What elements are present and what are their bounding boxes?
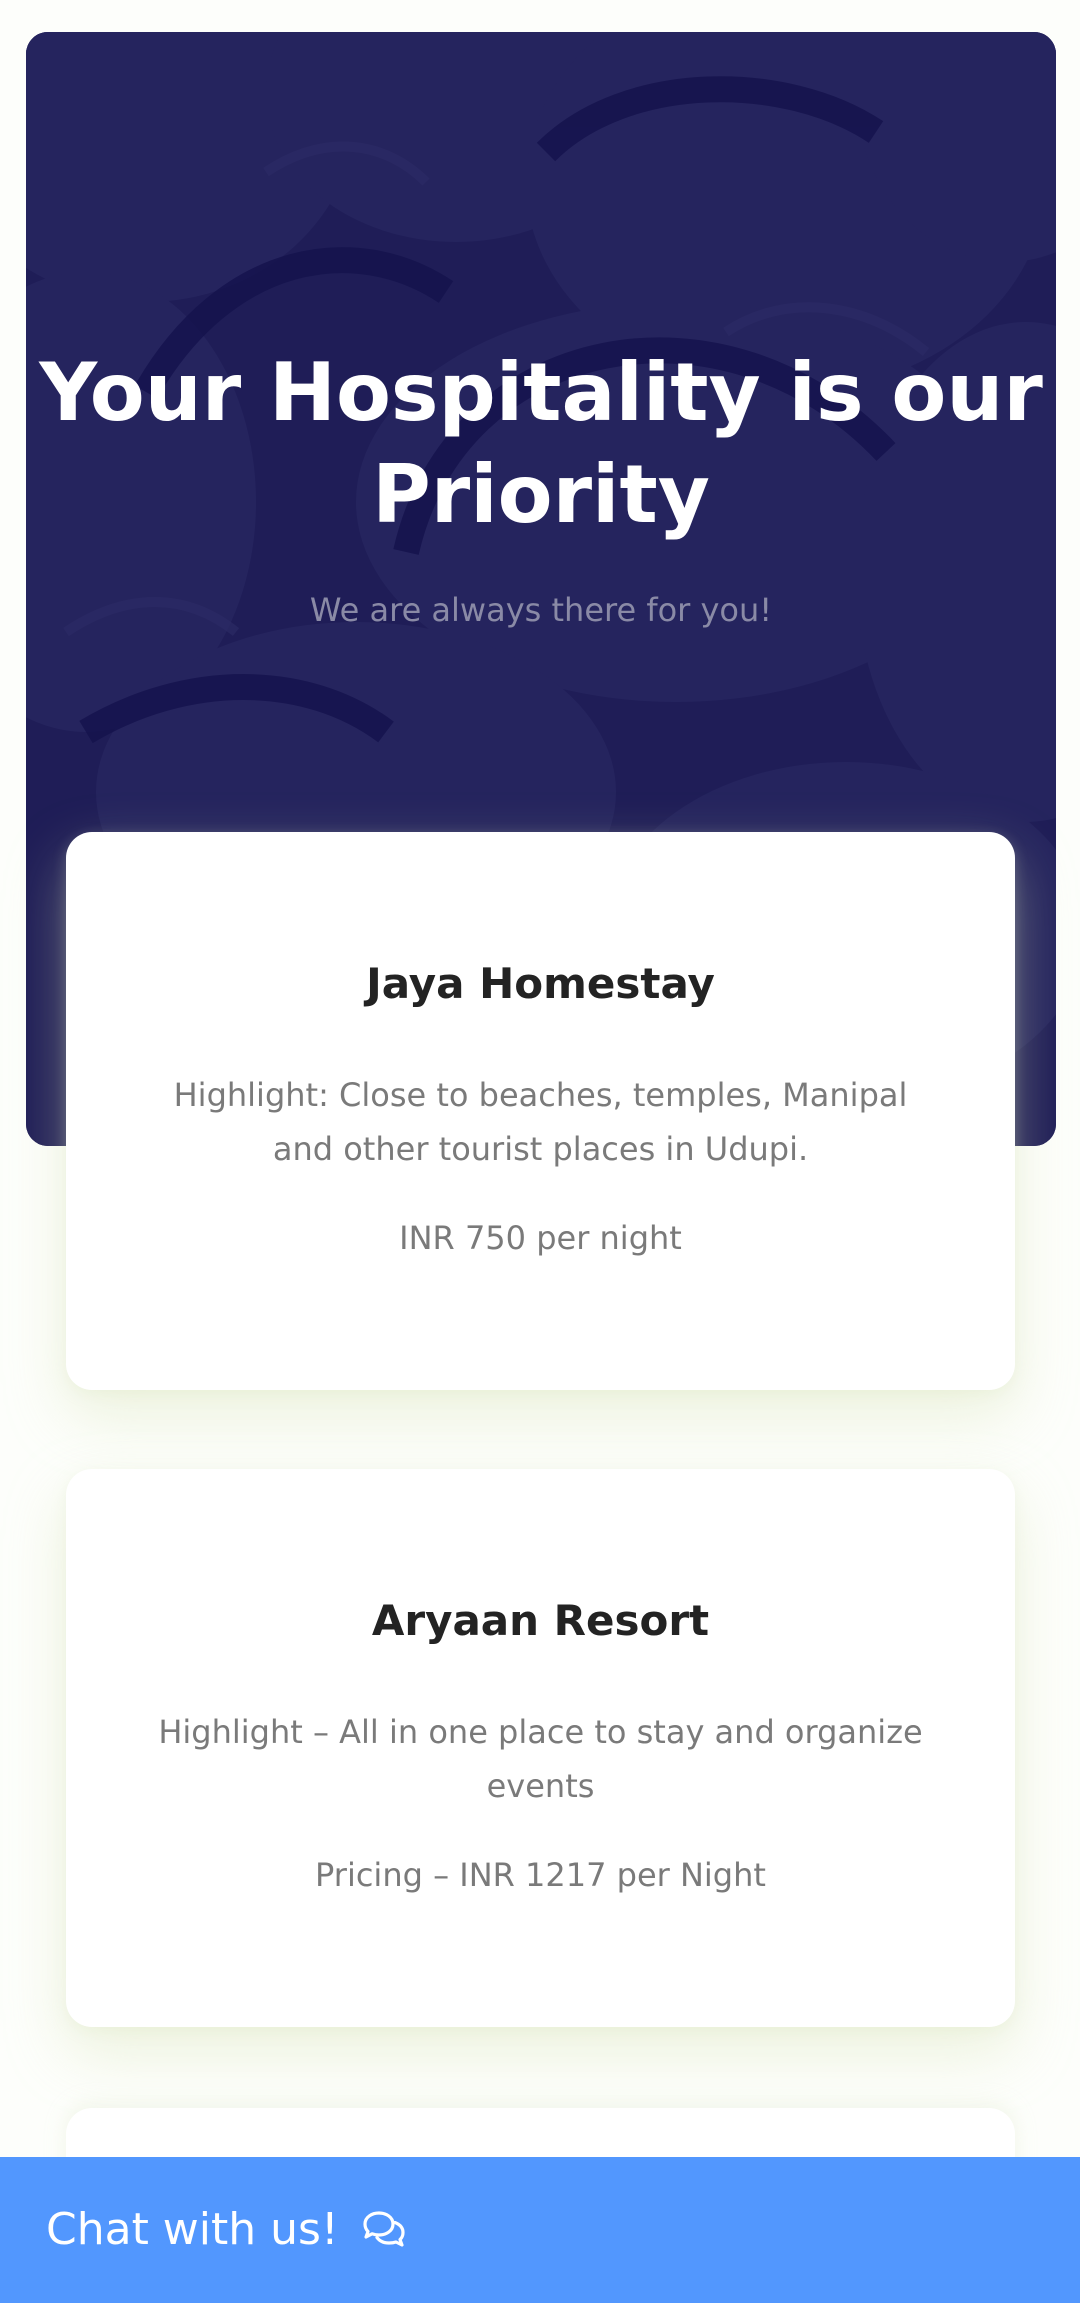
listing-card: Aryaan Resort Highlight – All in one pla…: [66, 1469, 1015, 2027]
listing-card: Jaya Homestay Highlight: Close to beache…: [66, 832, 1015, 1390]
listing-name: Jaya Homestay: [366, 959, 715, 1008]
listing-highlight: Highlight: Close to beaches, temples, Ma…: [173, 1076, 908, 1168]
hero-subtitle: We are always there for you!: [309, 591, 773, 629]
listing-price: INR 750 per night: [399, 1219, 682, 1257]
page: Your Hospitality is our Priority We are …: [0, 0, 1080, 2303]
chat-bubbles-icon: [363, 2211, 405, 2247]
listing-highlight: Highlight – All in one place to stay and…: [158, 1713, 923, 1805]
chat-label: Chat with us!: [46, 2204, 339, 2255]
listing-price: Pricing – INR 1217 per Night: [315, 1856, 766, 1894]
listing-name: Aryaan Resort: [371, 1596, 710, 1645]
hero-title: Your Hospitality is our Priority: [39, 346, 1043, 541]
chat-button[interactable]: Chat with us!: [0, 2157, 1080, 2303]
